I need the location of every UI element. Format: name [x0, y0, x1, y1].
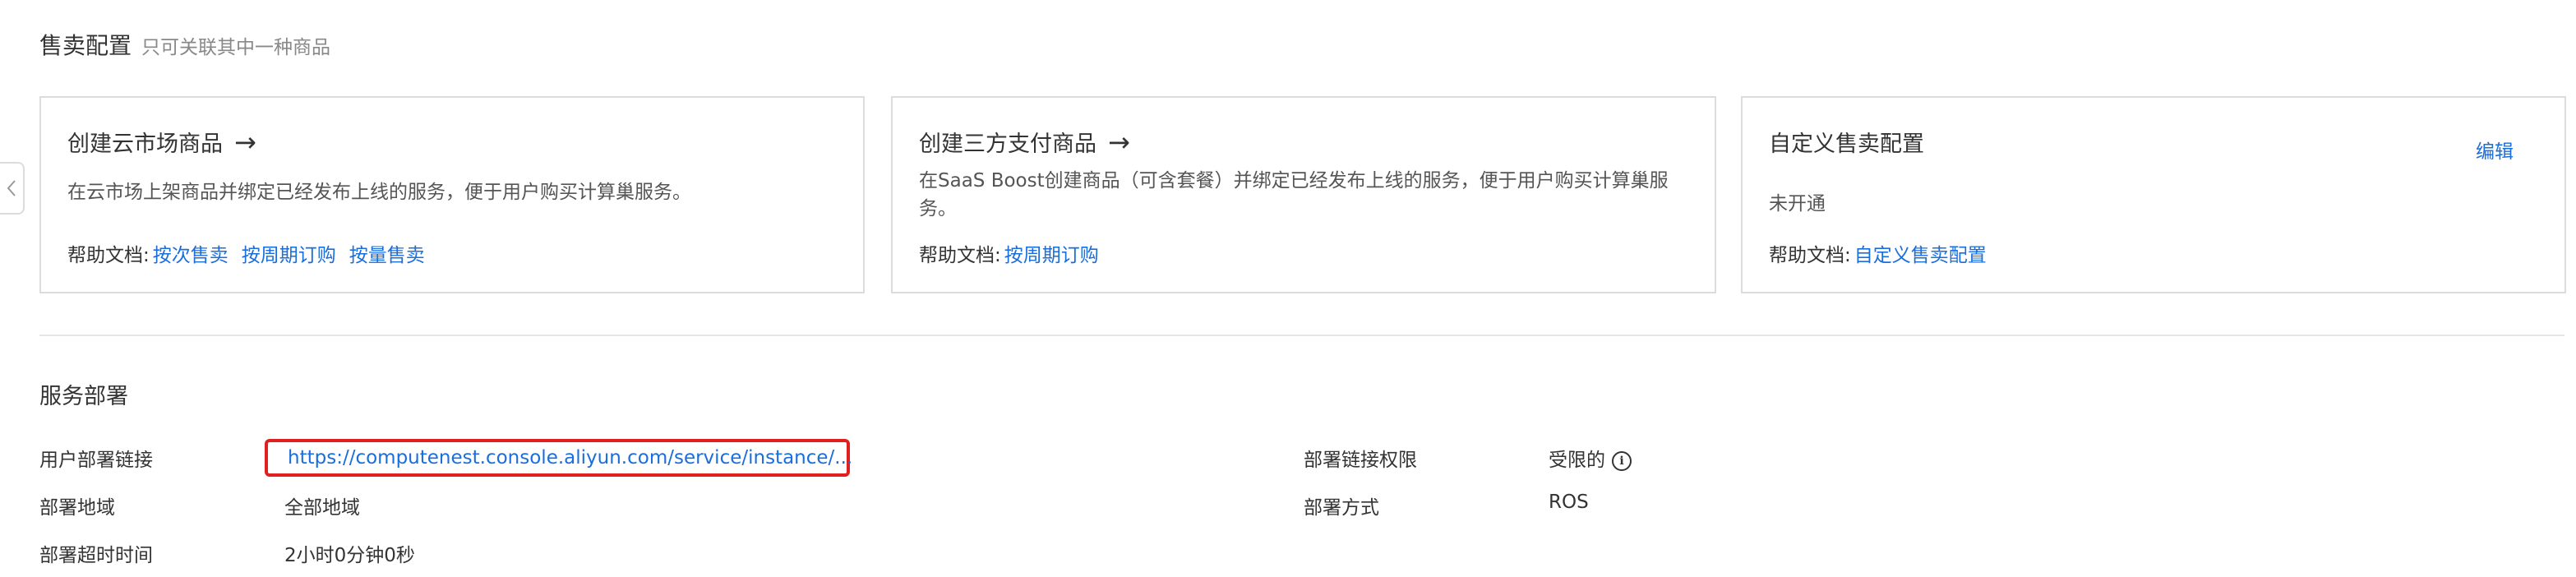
card-title-third-party[interactable]: 创建三方支付商品 → [919, 126, 1130, 158]
card-custom-sales: 自定义售卖配置 编辑 未开通 帮助文档: 自定义售卖配置 [1741, 96, 2566, 293]
permission-value: 受限的 [1549, 450, 1605, 471]
user-link-label: 用户部署链接 [39, 450, 153, 471]
permission-value-group: 受限的 i [1549, 444, 1632, 472]
card-title-cloud-market[interactable]: 创建云市场商品 → [67, 126, 256, 158]
card-cloud-market: 创建云市场商品 → 在云市场上架商品并绑定已经发布上线的服务，便于用户购买计算巢服… [39, 96, 865, 293]
info-circle-icon[interactable]: i [1612, 450, 1632, 471]
sales-config-title: 售卖配置 [39, 32, 132, 59]
method-value: ROS [1549, 492, 1589, 513]
card-description: 在SaaS Boost创建商品（可含套餐）并绑定已经发布上线的服务，便于用户购买… [919, 170, 1669, 219]
sales-config-header: 售卖配置 只可关联其中一种商品 [39, 31, 330, 61]
card-title-text: 创建三方支付商品 [919, 132, 1096, 157]
arrow-right-icon: → [1108, 127, 1130, 158]
help-link-per-use[interactable]: 按次售卖 [153, 245, 229, 266]
help-label: 帮助文档: [1769, 245, 1851, 266]
sidebar-collapse-tab[interactable] [0, 162, 25, 215]
card-third-party-payment: 创建三方支付商品 → 在SaaS Boost创建商品（可含套餐）并绑定已经发布上线… [891, 96, 1716, 293]
card-title-text: 创建云市场商品 [67, 132, 223, 157]
user-deploy-link-box: https://computenest.console.aliyun.com/s… [265, 439, 852, 477]
timeout-label: 部署超时时间 [39, 545, 153, 566]
help-link-custom-sales[interactable]: 自定义售卖配置 [1854, 245, 1987, 266]
card-status: 未开通 [1769, 193, 1826, 215]
permission-label: 部署链接权限 [1304, 450, 1417, 471]
chevron-left-icon [7, 180, 16, 196]
card-help-docs: 帮助文档: 自定义售卖配置 [1769, 239, 1987, 267]
method-label: 部署方式 [1304, 497, 1379, 519]
region-value: 全部地域 [284, 497, 360, 519]
card-description: 在云市场上架商品并绑定已经发布上线的服务，便于用户购买计算巢服务。 [67, 182, 691, 203]
card-help-docs: 帮助文档: 按次售卖 按周期订购 按量售卖 [67, 239, 425, 267]
region-label: 部署地域 [39, 497, 115, 519]
card-title-custom: 自定义售卖配置 [1769, 132, 1924, 157]
help-link-subscription[interactable]: 按周期订购 [242, 245, 336, 266]
card-help-docs: 帮助文档: 按周期订购 [919, 239, 1099, 267]
help-link-pay-as-you-go[interactable]: 按量售卖 [349, 245, 425, 266]
edit-button[interactable]: 编辑 [2476, 136, 2514, 164]
user-deploy-link[interactable]: https://computenest.console.aliyun.com/s… [288, 447, 852, 469]
arrow-right-icon: → [234, 127, 256, 158]
service-deploy-title: 服务部署 [39, 384, 128, 409]
section-divider [39, 335, 2564, 336]
help-label: 帮助文档: [67, 245, 150, 266]
help-label: 帮助文档: [919, 245, 1001, 266]
timeout-value: 2小时0分钟0秒 [284, 545, 415, 566]
help-link-subscription[interactable]: 按周期订购 [1004, 245, 1099, 266]
sales-config-hint: 只可关联其中一种商品 [141, 37, 331, 58]
